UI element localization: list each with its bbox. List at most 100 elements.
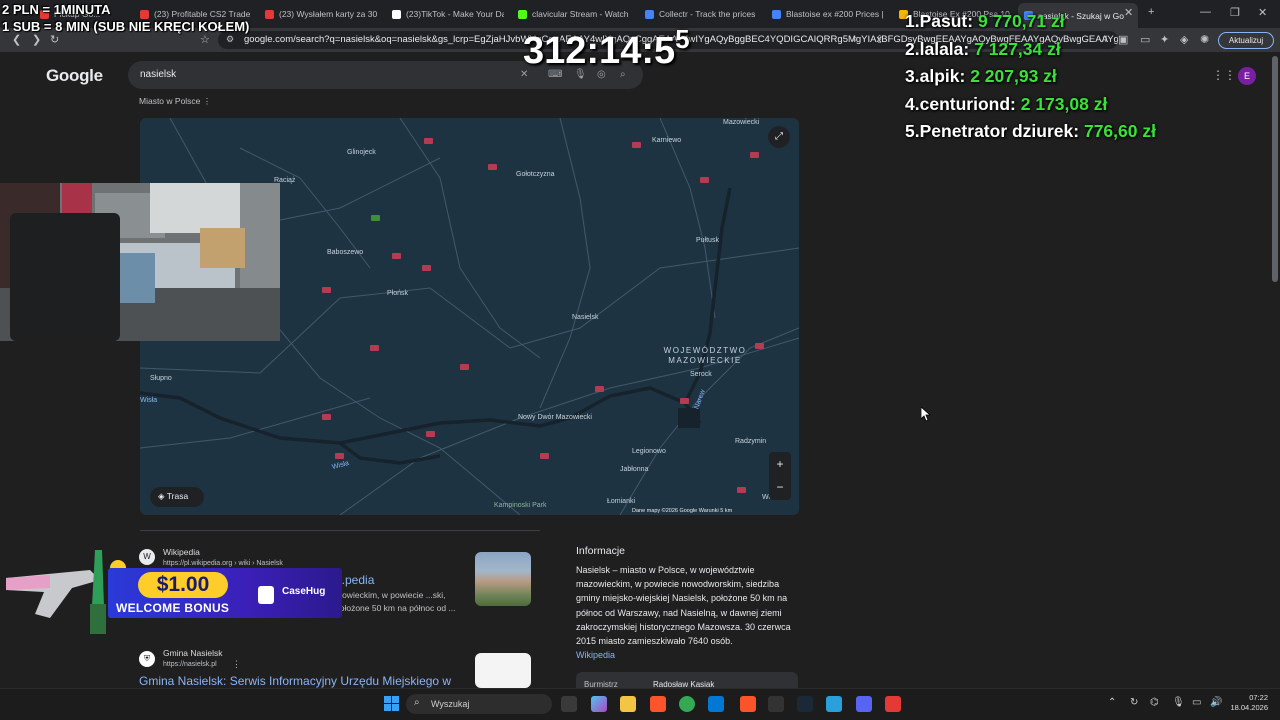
road-marker: [322, 287, 331, 293]
windows-taskbar: [0, 688, 1280, 720]
road-marker: [680, 398, 689, 404]
result-thumbnail[interactable]: [475, 653, 531, 688]
file-explorer-icon[interactable]: [620, 696, 636, 712]
photos-icon[interactable]: [826, 696, 842, 712]
road-marker: [422, 265, 431, 271]
zoom-controls: + −: [769, 452, 791, 500]
zoom-out-icon[interactable]: −: [769, 476, 791, 500]
update-button[interactable]: Aktualizuj: [1218, 32, 1274, 49]
collectr-icon: [645, 9, 654, 19]
map-city: Karniewo: [652, 137, 682, 144]
leaderboard-row: 5.Penetrator dziurek: 776,60 zł: [905, 121, 1156, 141]
leaderboard-row: 3.alpik: 2 207,93 zł: [905, 66, 1057, 86]
close-window-icon[interactable]: ✕: [1258, 6, 1267, 19]
map-city: Łomianki: [607, 498, 636, 505]
chrome-icon[interactable]: [679, 696, 695, 712]
microphone-icon[interactable]: 🎙: [1172, 697, 1185, 708]
road-marker: [370, 345, 379, 351]
discord-icon[interactable]: [856, 696, 872, 712]
page-scrollbar[interactable]: [1272, 56, 1278, 282]
extension-icon[interactable]: ✦: [1160, 33, 1169, 46]
webcam-scene: [0, 183, 280, 341]
map-river: Wisła: [140, 397, 158, 404]
tab-4[interactable]: clavicular Stream - Watch: [518, 4, 630, 24]
ai-icon[interactable]: ✺: [1200, 33, 1209, 46]
road-marker: [424, 138, 433, 144]
windows-start-icon[interactable]: [384, 696, 399, 711]
more-options-icon[interactable]: ⋮: [203, 96, 212, 106]
volume-icon[interactable]: 🔊: [1210, 697, 1222, 708]
map-city: Gołotczyzna: [516, 171, 555, 178]
info-source-link[interactable]: Wikipedia: [576, 650, 615, 660]
directions-icon: ◈: [158, 491, 165, 501]
map-city: Płońsk: [387, 290, 409, 297]
result-thumbnail[interactable]: [475, 552, 531, 606]
google-logo[interactable]: Google: [46, 66, 103, 86]
promo-amount: $1.00: [138, 572, 228, 598]
taskbar-clock[interactable]: 07:22 18.04.2026: [1224, 693, 1268, 713]
tray-chevron-icon[interactable]: ⌃: [1108, 697, 1116, 708]
map-park: Kampinoski Park: [494, 502, 547, 509]
brave-active-icon[interactable]: [740, 696, 756, 712]
map-city: Mazowiecki: [723, 119, 760, 126]
pricecharting-icon: [772, 9, 781, 19]
display-icon[interactable]: ▭: [1192, 697, 1201, 708]
share-icon[interactable]: ⇪: [875, 33, 884, 46]
site-info-icon[interactable]: ⚙: [226, 34, 234, 45]
tab-3[interactable]: (23)TikTok - Make Your Da: [392, 4, 504, 24]
place-subtitle: Miasto w Polsce ⋮: [139, 96, 212, 106]
zoom-in-icon[interactable]: +: [769, 452, 791, 476]
subathon-timer: 312:14:55: [523, 24, 690, 72]
network-icon[interactable]: ⌬: [1150, 697, 1159, 708]
brave-icon[interactable]: [650, 696, 666, 712]
road-marker: [460, 364, 469, 370]
gmina-logo-icon: ⛨: [139, 651, 155, 667]
zoom-icon[interactable]: ⌕: [852, 33, 858, 46]
store-icon[interactable]: [708, 696, 724, 712]
app-icon[interactable]: [768, 696, 784, 712]
result-url[interactable]: https://nasielsk.pl: [163, 661, 217, 668]
tab-2[interactable]: (23) Wysłałem karty za 30: [265, 4, 377, 24]
road-marker: [632, 142, 641, 148]
casehug-promo: $1.00 WELCOME BONUS CaseHug: [0, 548, 342, 640]
road-marker: [392, 253, 401, 259]
leaderboard-row: 2.lalala: 7 127,34 zł: [905, 38, 1061, 59]
donation-rules: 2 PLN = 1MINUTA 1 SUB = 8 MIN (SUB NIE K…: [2, 2, 250, 34]
tab-6[interactable]: Blastoise ex #200 Prices |: [772, 4, 884, 24]
maximize-icon[interactable]: ❐: [1230, 6, 1240, 19]
info-heading: Informacje: [576, 545, 626, 557]
leaderboard-row: 1.Pasut: 9 770,71 zł: [905, 11, 1065, 31]
steam-icon[interactable]: [797, 696, 813, 712]
map-city: Glinojeck: [347, 149, 376, 156]
road-marker: [335, 453, 344, 459]
more-options-icon[interactable]: ⋮: [232, 659, 241, 670]
map-city: Jabłonna: [620, 466, 649, 473]
youtube-icon: [265, 9, 274, 19]
result-snippet: ...owieckim, w powiecie ...ski, położone…: [335, 590, 456, 613]
task-view-icon[interactable]: [561, 696, 577, 712]
promo-banner[interactable]: $1.00 WELCOME BONUS CaseHug: [108, 568, 342, 618]
expand-map-icon[interactable]: ⤢: [768, 126, 790, 148]
road-marker: [750, 152, 759, 158]
copilot-icon[interactable]: [591, 696, 607, 712]
vpn-icon[interactable]: ◈: [1180, 33, 1188, 46]
map-city: Radzymin: [735, 438, 767, 445]
map-city: Pułtusk: [696, 237, 719, 244]
road-marker: [540, 453, 549, 459]
tray-app-icon[interactable]: ↻: [1130, 697, 1138, 708]
route-button[interactable]: ◈ Trasa: [150, 487, 204, 507]
map-city: Serock: [690, 371, 712, 378]
obs-icon[interactable]: [885, 696, 901, 712]
taskbar-search[interactable]: Wyszukaj: [406, 694, 552, 714]
tab-5[interactable]: Collectr - Track the prices: [645, 4, 757, 24]
mouse-cursor-icon: [921, 407, 931, 421]
promo-label: WELCOME BONUS: [116, 601, 230, 615]
divider: [140, 530, 540, 531]
result-title[interactable]: Gmina Nasielsk: Serwis Informacyjny Urzę…: [139, 674, 451, 688]
donation-leaderboard: 1.Pasut: 9 770,71 zł 2.lalala: 7 127,34 …: [905, 8, 1156, 146]
road-marker-expressway: [371, 215, 380, 221]
road-marker: [426, 431, 435, 437]
webcam-overlay: [0, 183, 280, 341]
avatar[interactable]: E: [1238, 67, 1256, 85]
minimize-icon[interactable]: —: [1200, 6, 1211, 18]
